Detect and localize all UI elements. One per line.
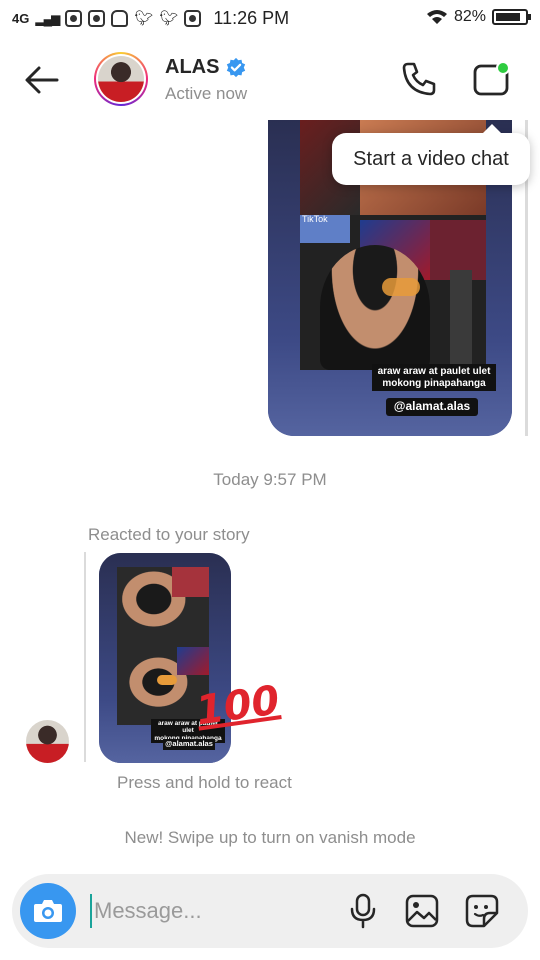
sticker-icon[interactable]: [464, 893, 500, 929]
avatar-image: [98, 56, 144, 102]
tooltip-text: Start a video chat: [353, 147, 509, 170]
twitter-icon: 🐦︎: [134, 10, 154, 27]
reply-line: [84, 552, 86, 762]
sunglasses: [382, 278, 420, 296]
active-status: Active now: [165, 84, 248, 103]
phone-icon[interactable]: [400, 60, 438, 98]
message-composer: [12, 874, 528, 948]
verified-badge-icon: [227, 57, 246, 77]
signal-icon: ▂▄▆: [35, 11, 60, 26]
reacted-label: Reacted to your story: [88, 525, 250, 544]
press-hold-hint: Press and hold to react: [117, 773, 292, 792]
story-handle: @alamat.alas: [386, 398, 478, 416]
contact-name-label: ALAS: [165, 56, 220, 78]
message-input[interactable]: [90, 894, 340, 928]
vanish-mode-hint: New! Swipe up to turn on vanish mode: [124, 828, 416, 847]
status-bar: 4G ▂▄▆ 🐦︎ 🐦︎ 11:26 PM 82%: [0, 0, 540, 36]
status-bar-left: 4G ▂▄▆ 🐦︎ 🐦︎ 11:26 PM: [12, 8, 289, 29]
camera-button[interactable]: [20, 883, 76, 939]
contact-name[interactable]: ALAS: [165, 56, 247, 79]
avatar[interactable]: [94, 52, 148, 106]
microphone-stand: [450, 270, 472, 370]
wifi-icon: [426, 10, 447, 24]
storage-icon: [111, 10, 129, 27]
tiktok-label: TikTok: [302, 214, 328, 224]
video-icon[interactable]: [472, 60, 512, 98]
story-caption: araw araw at paulet ulet mokong pinapaha…: [372, 364, 496, 391]
clock: 11:26 PM: [213, 8, 290, 28]
status-bar-right: 82%: [426, 8, 531, 26]
gallery-icon[interactable]: [404, 893, 440, 929]
timestamp: Today 9:57 PM: [213, 470, 327, 489]
thumb-handle: @alamat.alas: [163, 739, 215, 750]
instagram-icon: [184, 10, 202, 27]
person-figure: [320, 245, 430, 370]
back-arrow-icon[interactable]: [24, 62, 60, 98]
messenger-notification-icon: [88, 10, 106, 27]
chat-header: ALAS Active now: [0, 44, 540, 116]
camera-icon: [34, 900, 62, 922]
video-chat-tooltip[interactable]: Start a video chat: [332, 124, 530, 185]
messenger-notification-icon: [65, 10, 83, 27]
microphone-icon[interactable]: [348, 893, 378, 929]
network-indicator: 4G: [12, 11, 30, 26]
twitter-icon: 🐦︎: [159, 10, 179, 27]
battery-icon: [492, 9, 531, 25]
sender-avatar[interactable]: [26, 720, 69, 763]
battery-percent: 82%: [453, 8, 486, 25]
